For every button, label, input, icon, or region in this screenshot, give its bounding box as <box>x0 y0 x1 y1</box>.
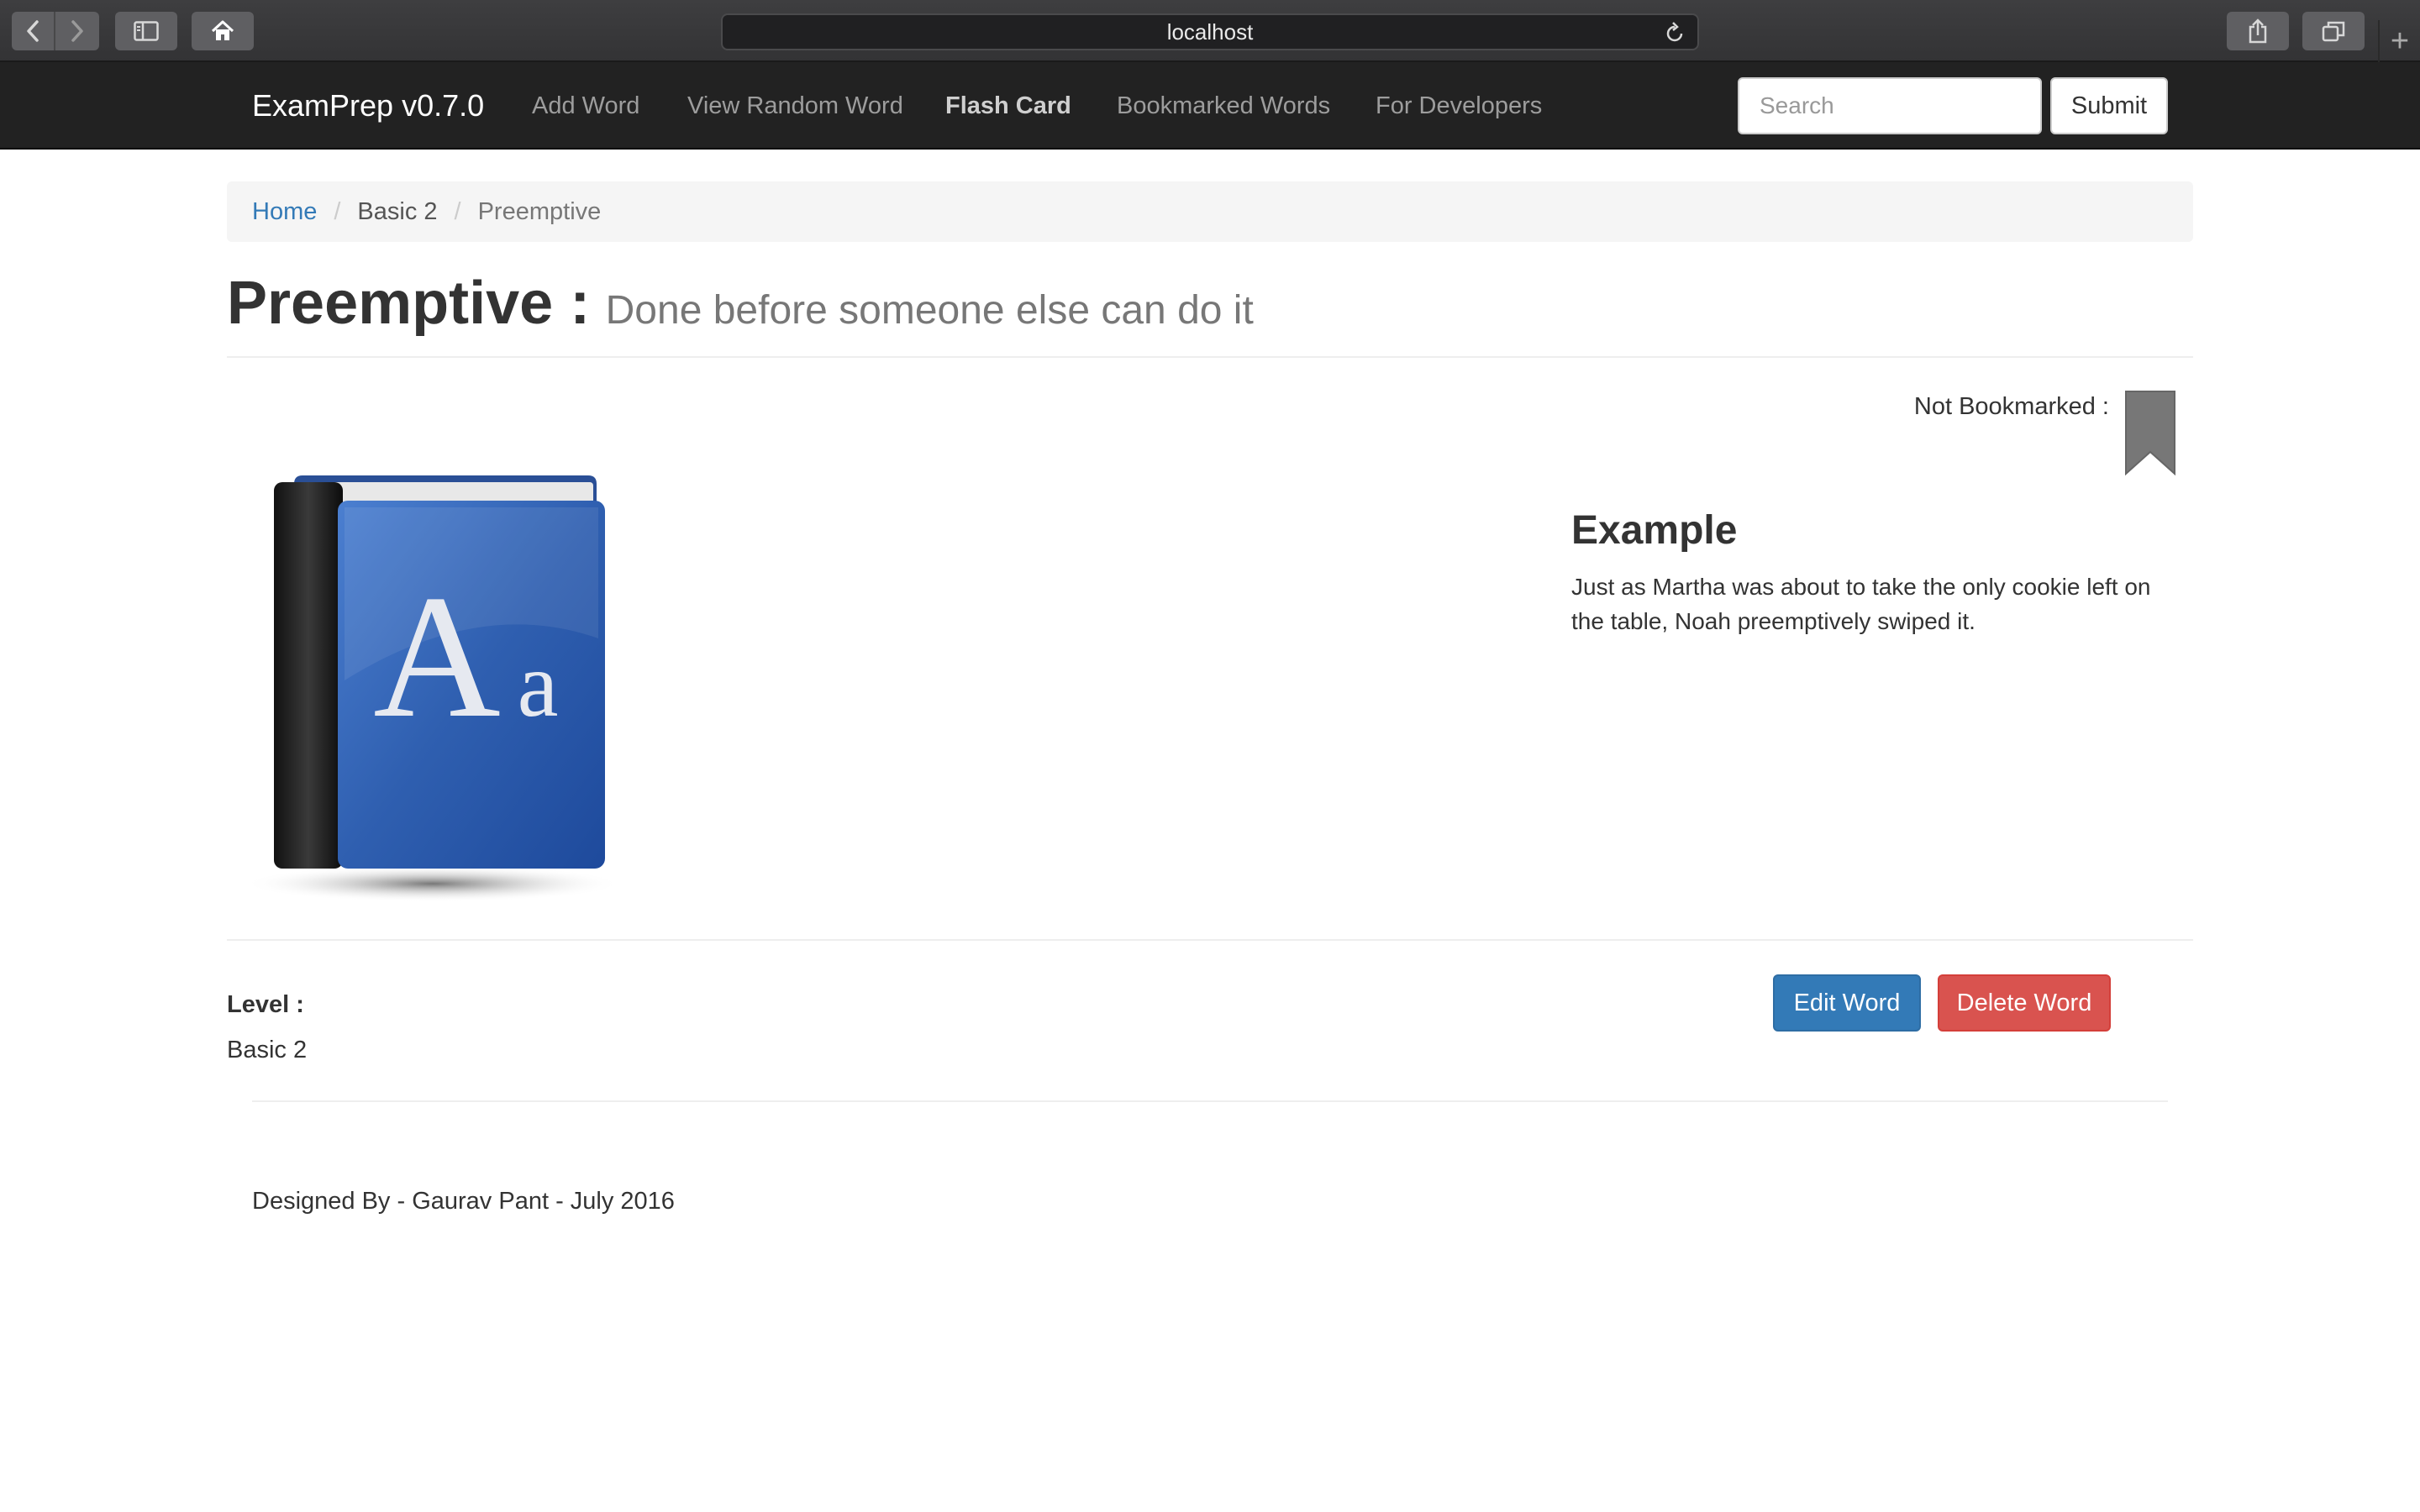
brand-link[interactable]: ExamPrep v0.7.0 <box>252 62 484 150</box>
edit-word-button[interactable]: Edit Word <box>1773 974 1921 1032</box>
nav-add-word[interactable]: Add Word <box>532 62 639 150</box>
breadcrumb: Home / Basic 2 / Preemptive <box>227 181 2193 242</box>
history-nav <box>12 12 99 50</box>
address-bar[interactable]: localhost <box>721 13 1699 50</box>
divider <box>227 939 2193 941</box>
browser-toolbar: localhost + <box>0 0 2420 62</box>
site-navbar: ExamPrep v0.7.0 Add Word View Random Wor… <box>0 62 2420 150</box>
book-glyph-large: A <box>373 559 501 754</box>
home-icon[interactable] <box>192 12 254 50</box>
nav-view-random-word[interactable]: View Random Word <box>687 62 903 150</box>
share-icon[interactable] <box>2227 12 2289 50</box>
word-title: Preemptive : <box>227 270 591 337</box>
book-glyph-small: a <box>518 633 559 736</box>
back-icon[interactable] <box>12 12 55 50</box>
dictionary-book-icon: A a <box>244 470 630 911</box>
url-text: localhost <box>1166 18 1254 45</box>
sidebar-icon[interactable] <box>115 12 177 50</box>
footer-divider <box>252 1100 2168 1102</box>
level-label: Level : <box>227 991 304 1018</box>
example-text: Just as Martha was about to take the onl… <box>1571 574 2151 634</box>
delete-word-button[interactable]: Delete Word <box>1938 974 2111 1032</box>
bookmark-icon[interactable] <box>2124 390 2176 480</box>
breadcrumb-separator: / <box>454 197 461 225</box>
plus-icon[interactable]: + <box>2378 20 2420 62</box>
forward-icon[interactable] <box>55 12 99 50</box>
nav-for-developers[interactable]: For Developers <box>1376 62 1542 150</box>
breadcrumb-separator: / <box>334 197 341 225</box>
reload-icon[interactable] <box>1664 21 1686 50</box>
nav-bookmarked-words[interactable]: Bookmarked Words <box>1117 62 1330 150</box>
example-heading: Example <box>1571 508 1738 553</box>
breadcrumb-level: Basic 2 <box>357 197 438 225</box>
page-header: Preemptive : Done before someone else ca… <box>227 269 2193 358</box>
search-input[interactable] <box>1738 77 2042 134</box>
submit-button[interactable]: Submit <box>2050 77 2168 134</box>
nav-flash-card[interactable]: Flash Card <box>945 62 1071 150</box>
breadcrumb-home[interactable]: Home <box>252 198 317 226</box>
word-meaning: Done before someone else can do it <box>605 288 1254 333</box>
breadcrumb-current: Preemptive <box>477 197 602 225</box>
tabs-icon[interactable] <box>2302 12 2365 50</box>
bookmark-status-label: Not Bookmarked : <box>1913 393 2109 420</box>
footer-credit: Designed By - Gaurav Pant - July 2016 <box>252 1188 675 1215</box>
level-value: Basic 2 <box>227 1037 308 1063</box>
